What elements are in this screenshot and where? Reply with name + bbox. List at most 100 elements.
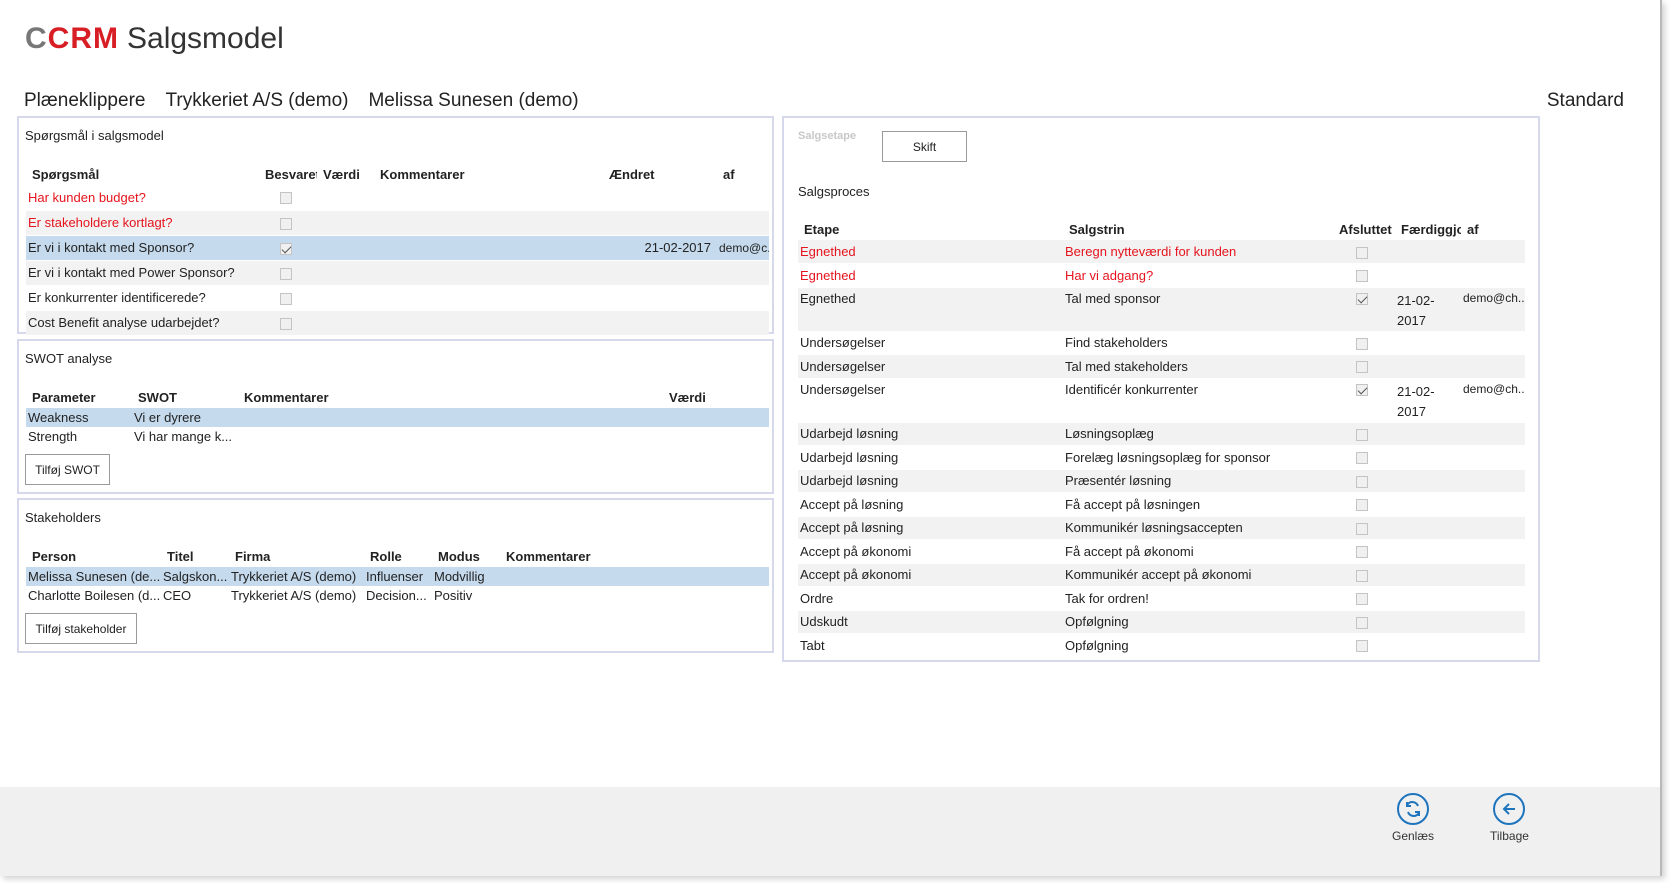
col-header-by[interactable]: af <box>717 163 769 185</box>
answered-cell[interactable] <box>259 260 317 286</box>
checkbox[interactable] <box>1356 452 1368 465</box>
table-row[interactable]: Accept på økonomi Kommunikér accept på øk… <box>798 563 1525 587</box>
table-row[interactable]: Er stakeholdere kortlagt? <box>26 210 769 236</box>
done-cell[interactable] <box>1333 354 1395 379</box>
answered-cell[interactable] <box>259 310 317 336</box>
comment-cell[interactable] <box>374 210 603 236</box>
checkbox[interactable] <box>1356 546 1368 559</box>
done-cell[interactable] <box>1333 492 1395 517</box>
done-cell[interactable] <box>1333 422 1395 446</box>
done-cell[interactable] <box>1333 378 1395 423</box>
done-cell[interactable] <box>1333 263 1395 288</box>
comment-cell[interactable] <box>374 260 603 286</box>
checkbox[interactable] <box>1356 499 1368 512</box>
table-row[interactable]: Accept på økonomi Få accept på økonomi <box>798 539 1525 564</box>
checkbox[interactable] <box>1356 640 1368 653</box>
view-selector[interactable]: Standard <box>1547 90 1624 112</box>
col-header-swot[interactable]: SWOT <box>132 386 238 408</box>
checkbox[interactable] <box>1356 428 1368 441</box>
col-header-answered[interactable]: Besvaret <box>259 163 317 185</box>
done-cell[interactable] <box>1333 240 1395 264</box>
done-cell[interactable] <box>1333 586 1395 611</box>
col-header-title[interactable]: Titel <box>161 545 229 567</box>
answered-cell[interactable] <box>259 235 317 261</box>
checkbox[interactable] <box>1356 270 1368 283</box>
col-header-role[interactable]: Rolle <box>364 545 432 567</box>
table-row[interactable]: Har kunden budget? <box>26 185 769 211</box>
back-button[interactable]: Tilbage <box>1490 787 1529 843</box>
comment-cell[interactable] <box>374 285 603 311</box>
table-row[interactable]: Accept på løsning Få accept på løsningen <box>798 492 1525 517</box>
comment-cell[interactable] <box>374 310 603 336</box>
table-row[interactable]: Ordre Tak for ordren! <box>798 586 1525 611</box>
table-row[interactable]: Melissa Sunesen (de... Salgskon... Trykker… <box>26 567 769 587</box>
checkbox[interactable] <box>1356 384 1368 397</box>
checkbox[interactable] <box>280 267 292 280</box>
table-row[interactable]: Er vi i kontakt med Power Sponsor? <box>26 260 769 286</box>
answered-cell[interactable] <box>259 185 317 211</box>
context-contact[interactable]: Melissa Sunesen (demo) <box>368 90 578 112</box>
table-row[interactable]: Udskudt Opfølgning <box>798 610 1525 634</box>
col-header-value[interactable]: Værdi <box>317 163 374 185</box>
col-header-step[interactable]: Salgstrin <box>1063 218 1333 240</box>
table-row[interactable]: Undersøgelser Find stakeholders <box>798 331 1525 355</box>
col-header-company[interactable]: Firma <box>229 545 364 567</box>
value-cell[interactable] <box>317 285 374 311</box>
switch-stage-button[interactable]: Skift <box>882 131 967 162</box>
done-cell[interactable] <box>1333 563 1395 587</box>
value-cell[interactable] <box>317 185 374 211</box>
table-row[interactable]: Udarbejd løsning Forelæg løsningsoplæg fo… <box>798 445 1525 470</box>
col-header-changed[interactable]: Ændret <box>603 163 717 185</box>
table-row[interactable]: Tabt Opfølgning <box>798 633 1525 658</box>
add-stakeholder-button[interactable]: Tilføj stakeholder <box>25 613 137 644</box>
table-row[interactable]: Udarbejd løsning Løsningsoplæg <box>798 422 1525 446</box>
col-header-comments[interactable]: Kommentarer <box>238 386 663 408</box>
done-cell[interactable] <box>1333 445 1395 470</box>
col-header-mode[interactable]: Modus <box>432 545 500 567</box>
table-row[interactable]: Strength Vi har mange k... <box>26 427 769 447</box>
comment-cell[interactable] <box>374 185 603 211</box>
done-cell[interactable] <box>1333 610 1395 634</box>
table-row[interactable]: Undersøgelser Identificér konkurrenter 21-… <box>798 378 1525 423</box>
col-header-comments[interactable]: Kommentarer <box>374 163 603 185</box>
col-header-question[interactable]: Spørgsmål <box>26 163 259 185</box>
checkbox[interactable] <box>280 317 292 330</box>
checkbox[interactable] <box>1356 337 1368 350</box>
value-cell[interactable] <box>317 260 374 286</box>
done-cell[interactable] <box>1333 633 1395 658</box>
table-row[interactable]: Egnethed Har vi adgang? <box>798 263 1525 288</box>
done-cell[interactable] <box>1333 539 1395 564</box>
col-header-value[interactable]: Værdi <box>663 386 769 408</box>
context-product[interactable]: Plæneklippere <box>24 90 145 112</box>
add-swot-button[interactable]: Tilføj SWOT <box>25 454 110 485</box>
col-header-done[interactable]: Afsluttet <box>1333 218 1395 240</box>
checkbox[interactable] <box>1356 522 1368 535</box>
checkbox[interactable] <box>1356 569 1368 582</box>
table-row[interactable]: Er konkurrenter identificerede? <box>26 285 769 311</box>
checkbox[interactable] <box>1356 593 1368 606</box>
checkbox[interactable] <box>280 217 292 230</box>
table-row[interactable]: Cost Benefit analyse udarbejdet? <box>26 310 769 336</box>
context-company[interactable]: Trykkeriet A/S (demo) <box>165 90 348 112</box>
table-row[interactable]: Egnethed Beregn nytteværdi for kunden <box>798 240 1525 264</box>
col-header-by[interactable]: af <box>1461 218 1525 240</box>
table-row[interactable]: Charlotte Boilesen (d... CEO Trykkeriet A/… <box>26 586 769 606</box>
comment-cell[interactable] <box>374 235 603 261</box>
col-header-completed[interactable]: Færdiggjc <box>1395 218 1461 240</box>
done-cell[interactable] <box>1333 516 1395 540</box>
value-cell[interactable] <box>317 235 374 261</box>
col-header-parameter[interactable]: Parameter <box>26 386 132 408</box>
done-cell[interactable] <box>1333 331 1395 355</box>
table-row[interactable]: Udarbejd løsning Præsentér løsning <box>798 469 1525 493</box>
checkbox[interactable] <box>1356 616 1368 629</box>
checkbox[interactable] <box>280 242 292 255</box>
table-row[interactable]: Weakness Vi er dyrere <box>26 408 769 428</box>
table-row[interactable]: Undersøgelser Tal med stakeholders <box>798 354 1525 379</box>
table-row[interactable]: Accept på løsning Kommunikér løsningsacce… <box>798 516 1525 540</box>
table-row[interactable]: Er vi i kontakt med Sponsor? 21-02-2017 de… <box>26 235 769 261</box>
checkbox[interactable] <box>280 192 292 205</box>
checkbox[interactable] <box>1356 475 1368 488</box>
done-cell[interactable] <box>1333 287 1395 332</box>
answered-cell[interactable] <box>259 285 317 311</box>
checkbox[interactable] <box>1356 246 1368 259</box>
